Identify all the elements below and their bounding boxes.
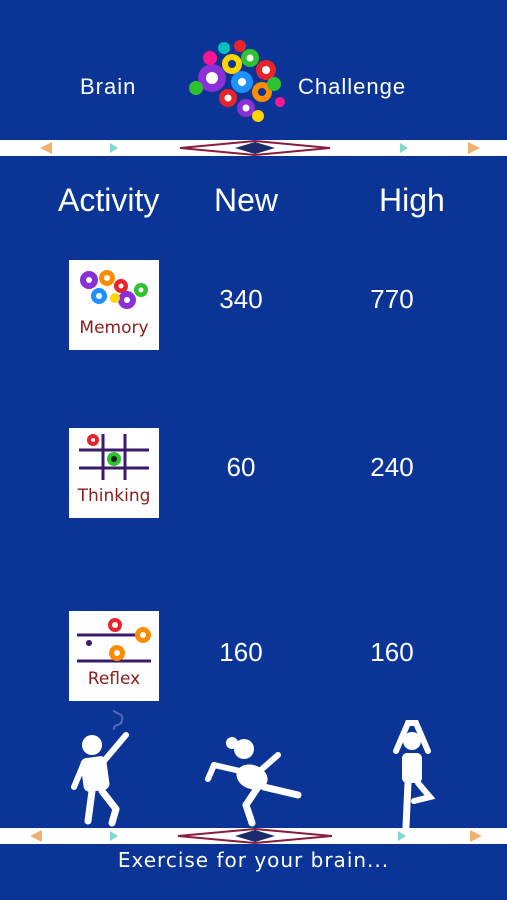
header-high: High — [379, 182, 445, 218]
footer-tagline: Exercise for your brain... — [117, 848, 390, 872]
bottom-divider — [0, 828, 507, 844]
top-divider — [0, 140, 507, 156]
reflex-tile[interactable]: Reflex — [69, 611, 159, 701]
yoga-figure-icon — [393, 720, 436, 830]
activity-row-memory[interactable]: Memory 340 770 — [0, 260, 507, 352]
brain-gears-icon — [189, 40, 285, 122]
reflex-icon — [77, 618, 151, 663]
tile-label-thinking: Thinking — [77, 486, 151, 506]
thinking-tile[interactable]: Thinking — [69, 428, 159, 518]
activity-row-reflex[interactable]: Reflex 160 160 — [0, 611, 507, 703]
tile-label-memory: Memory — [79, 318, 149, 338]
activity-row-thinking[interactable]: Thinking 60 240 — [0, 428, 507, 520]
new-score-thinking: 60 — [226, 452, 256, 482]
thinking-icon — [79, 434, 149, 480]
title-left: Brain — [80, 74, 137, 99]
tile-label-reflex: Reflex — [87, 669, 141, 689]
dancing-figure-icon — [71, 710, 129, 827]
high-score-thinking: 240 — [370, 452, 414, 482]
memory-icon — [80, 270, 148, 309]
header-new: New — [214, 182, 279, 218]
new-score-reflex: 160 — [219, 637, 263, 667]
high-score-reflex: 160 — [370, 637, 414, 667]
header-activity: Activity — [58, 182, 160, 218]
new-score-memory: 340 — [219, 284, 263, 314]
exercise-figures-illustration — [71, 710, 436, 830]
running-figure-icon — [205, 737, 302, 827]
app-header: Brain Challenge — [0, 0, 507, 140]
high-score-memory: 770 — [370, 284, 414, 314]
title-right: Challenge — [298, 74, 407, 99]
memory-tile[interactable]: Memory — [69, 260, 159, 350]
